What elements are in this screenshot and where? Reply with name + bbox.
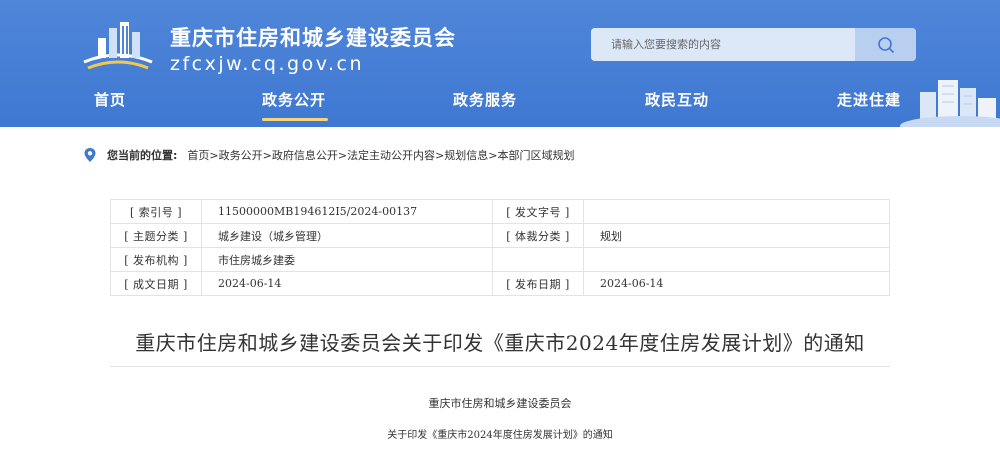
nav-government-affairs-disclosure[interactable]: 政务公开 <box>262 89 326 110</box>
active-nav-indicator <box>262 118 328 121</box>
breadcrumb-separator: > <box>262 148 272 162</box>
building-illustration-icon <box>900 80 1000 127</box>
nav-home[interactable]: 首页 <box>94 89 126 110</box>
meta-value-genre-category: 规划 <box>583 223 890 248</box>
nav-public-interaction[interactable]: 政民互动 <box>645 89 709 110</box>
title-divider <box>110 366 890 367</box>
meta-key-issuing-agency: [ 发布机构 ] <box>110 247 202 272</box>
meta-key-empty <box>492 247 584 272</box>
main-nav: 首页 政务公开 政务服务 政民互动 走进住建 <box>0 89 1000 119</box>
document-metadata-table: [ 索引号 ] 11500000MB194612I5/2024-00137 [ … <box>110 199 890 296</box>
meta-value-document-number <box>583 199 890 224</box>
search-icon <box>877 36 894 53</box>
breadcrumb-separator: > <box>435 148 445 162</box>
meta-value-empty <box>583 247 890 272</box>
document-title: 重庆市住房和城乡建设委员会关于印发《重庆市2024年度住房发展计划》的通知 <box>135 331 865 355</box>
breadcrumb-item-government-affairs[interactable]: 政务公开 <box>219 147 263 163</box>
meta-key-index-number: [ 索引号 ] <box>110 199 202 224</box>
search-input[interactable] <box>591 28 857 61</box>
meta-key-document-number: [ 发文字号 ] <box>492 199 584 224</box>
table-row: [ 发布机构 ] 市住房城乡建委 <box>110 247 890 272</box>
breadcrumb-separator: > <box>488 148 498 162</box>
document-issuer: 重庆市住房和城乡建设委员会 <box>428 397 572 410</box>
site-header: 重庆市住房和城乡建设委员会 zfcxjw.cq.gov.cn 首页 政务公开 政… <box>0 0 1000 127</box>
meta-key-written-date: [ 成文日期 ] <box>110 271 202 296</box>
breadcrumb-item-government-info[interactable]: 政府信息公开 <box>272 147 338 163</box>
site-title[interactable]: 重庆市住房和城乡建设委员会 <box>170 22 456 52</box>
table-row: [ 成文日期 ] 2024-06-14 [ 发布日期 ] 2024-06-14 <box>110 271 890 296</box>
site-logo-icon[interactable] <box>82 18 154 74</box>
table-row: [ 主题分类 ] 城乡建设（城乡管理） [ 体裁分类 ] 规划 <box>110 223 890 248</box>
breadcrumb-item-statutory-disclosure[interactable]: 法定主动公开内容 <box>347 147 435 163</box>
breadcrumb-item-regional-planning[interactable]: 本部门区域规划 <box>498 147 575 163</box>
breadcrumb-label: 您当前的位置: <box>107 149 178 162</box>
breadcrumb-item-home[interactable]: 首页 <box>187 147 209 163</box>
breadcrumb-separator: > <box>209 148 219 162</box>
breadcrumb-item-planning-info[interactable]: 规划信息 <box>444 147 488 163</box>
meta-key-publish-date: [ 发布日期 ] <box>492 271 584 296</box>
breadcrumb-separator: > <box>337 148 348 162</box>
meta-key-genre-category: [ 体裁分类 ] <box>492 223 584 248</box>
document-subtitle: 关于印发《重庆市2024年度住房发展计划》的通知 <box>387 430 613 441</box>
meta-value-publish-date: 2024-06-14 <box>583 271 890 296</box>
meta-value-issuing-agency: 市住房城乡建委 <box>201 247 493 272</box>
meta-value-subject-category: 城乡建设（城乡管理） <box>201 223 493 248</box>
breadcrumb: 您当前的位置: 首页 > 政务公开 > 政府信息公开 > 法定主动公开内容 > 规划信息 > 本部门… <box>83 146 575 164</box>
search-button[interactable] <box>855 28 916 61</box>
meta-value-written-date: 2024-06-14 <box>201 271 493 296</box>
table-row: [ 索引号 ] 11500000MB194612I5/2024-00137 [ … <box>110 199 890 224</box>
site-domain: zfcxjw.cq.gov.cn <box>170 53 364 75</box>
meta-value-index-number: 11500000MB194612I5/2024-00137 <box>201 199 493 224</box>
location-pin-icon <box>84 148 96 162</box>
nav-government-services[interactable]: 政务服务 <box>453 89 517 110</box>
meta-key-subject-category: [ 主题分类 ] <box>110 223 202 248</box>
